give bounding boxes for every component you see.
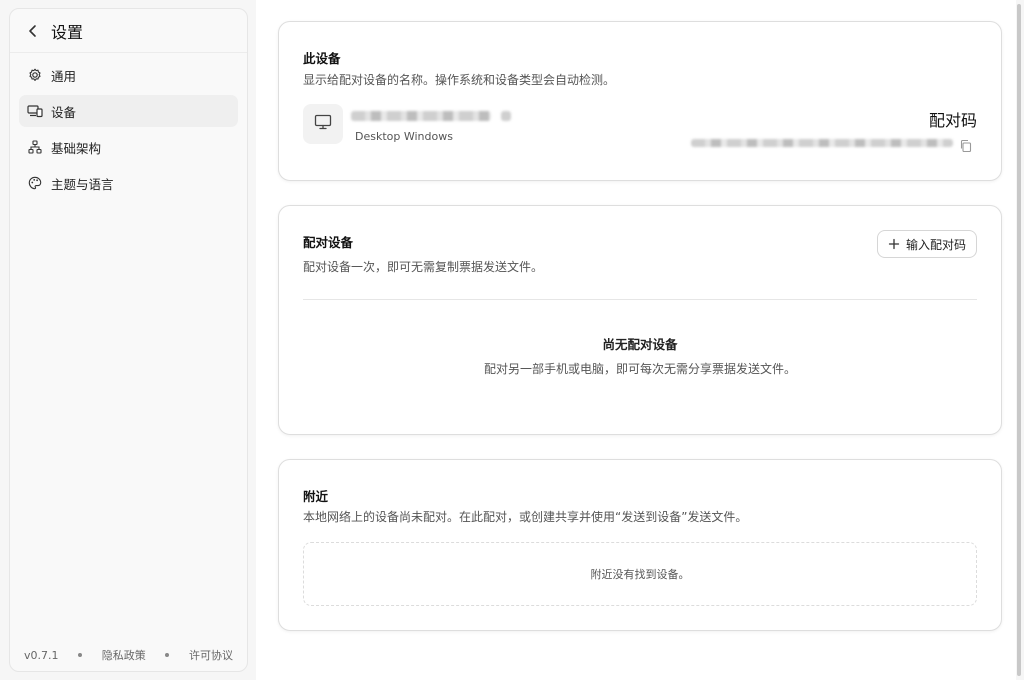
chevron-left-icon[interactable] bbox=[26, 24, 40, 38]
plus-icon bbox=[888, 238, 900, 250]
privacy-policy-link[interactable]: 隐私政策 bbox=[102, 647, 146, 663]
sidebar-item-label: 设备 bbox=[51, 104, 77, 120]
sidebar-item-theme-language[interactable]: 主题与语言 bbox=[19, 167, 238, 199]
paired-devices-title: 配对设备 bbox=[303, 235, 354, 250]
network-icon bbox=[27, 139, 43, 155]
sidebar-item-devices[interactable]: 设备 bbox=[19, 95, 238, 127]
paired-devices-description: 配对设备一次，即可无需复制票据发送文件。 bbox=[303, 260, 544, 274]
palette-icon bbox=[27, 175, 43, 191]
sidebar-item-label: 主题与语言 bbox=[51, 176, 114, 192]
separator-dot bbox=[165, 653, 170, 657]
sidebar-item-label: 通用 bbox=[51, 68, 77, 84]
nearby-empty-box: 附近没有找到设备。 bbox=[303, 542, 977, 606]
nearby-empty-text: 附近没有找到设备。 bbox=[590, 568, 690, 581]
sidebar-item-general[interactable]: 通用 bbox=[19, 59, 238, 91]
scrollbar[interactable] bbox=[1016, 4, 1022, 676]
device-type-label: Desktop Windows bbox=[355, 130, 453, 143]
this-device-card: 此设备 显示给配对设备的名称。操作系统和设备类型会自动检测。 Desktop W… bbox=[278, 21, 1002, 181]
sidebar-footer: v0.7.1 隐私政策 许可协议 bbox=[24, 647, 233, 663]
separator-dot bbox=[78, 653, 83, 657]
this-device-description: 显示给配对设备的名称。操作系统和设备类型会自动检测。 bbox=[303, 73, 616, 87]
pair-code-redacted bbox=[691, 139, 953, 147]
device-name-redacted-tail bbox=[501, 111, 511, 121]
scrollbar-thumb[interactable] bbox=[1017, 4, 1021, 676]
sidebar-header: 设置 bbox=[10, 9, 247, 53]
sidebar-nav: 通用 设备 基础架构 主题与语言 bbox=[10, 59, 247, 199]
sidebar: 设置 通用 设备 基础架构 主题与语言 v0.7.1 隐私政策 许可协议 bbox=[9, 8, 248, 672]
nearby-card: 附近 本地网络上的设备尚未配对。在此配对，或创建共享并使用“发送到设备”发送文件… bbox=[278, 459, 1002, 631]
pair-code-label: 配对码 bbox=[928, 111, 977, 130]
empty-paired-title: 尚无配对设备 bbox=[602, 337, 678, 352]
copy-icon[interactable] bbox=[959, 138, 973, 153]
gear-icon bbox=[27, 67, 43, 83]
sidebar-title: 设置 bbox=[51, 22, 84, 42]
device-name-redacted[interactable] bbox=[351, 111, 491, 121]
enter-pair-code-label: 输入配对码 bbox=[905, 237, 966, 252]
license-link[interactable]: 许可协议 bbox=[189, 647, 233, 663]
sidebar-item-label: 基础架构 bbox=[51, 140, 102, 156]
nearby-description: 本地网络上的设备尚未配对。在此配对，或创建共享并使用“发送到设备”发送文件。 bbox=[303, 510, 748, 524]
monitor-icon bbox=[314, 114, 332, 134]
this-device-title: 此设备 bbox=[303, 51, 341, 66]
sidebar-item-infrastructure[interactable]: 基础架构 bbox=[19, 131, 238, 163]
devices-icon bbox=[27, 103, 43, 119]
paired-devices-card: 配对设备 配对设备一次，即可无需复制票据发送文件。 输入配对码 尚无配对设备 配… bbox=[278, 205, 1002, 435]
version-label: v0.7.1 bbox=[24, 648, 59, 662]
enter-pair-code-button[interactable]: 输入配对码 bbox=[876, 230, 977, 258]
divider bbox=[303, 299, 977, 300]
nearby-title: 附近 bbox=[303, 489, 329, 504]
empty-paired-description: 配对另一部手机或电脑，即可每次无需分享票据发送文件。 bbox=[483, 362, 796, 376]
device-icon-box bbox=[303, 104, 343, 144]
